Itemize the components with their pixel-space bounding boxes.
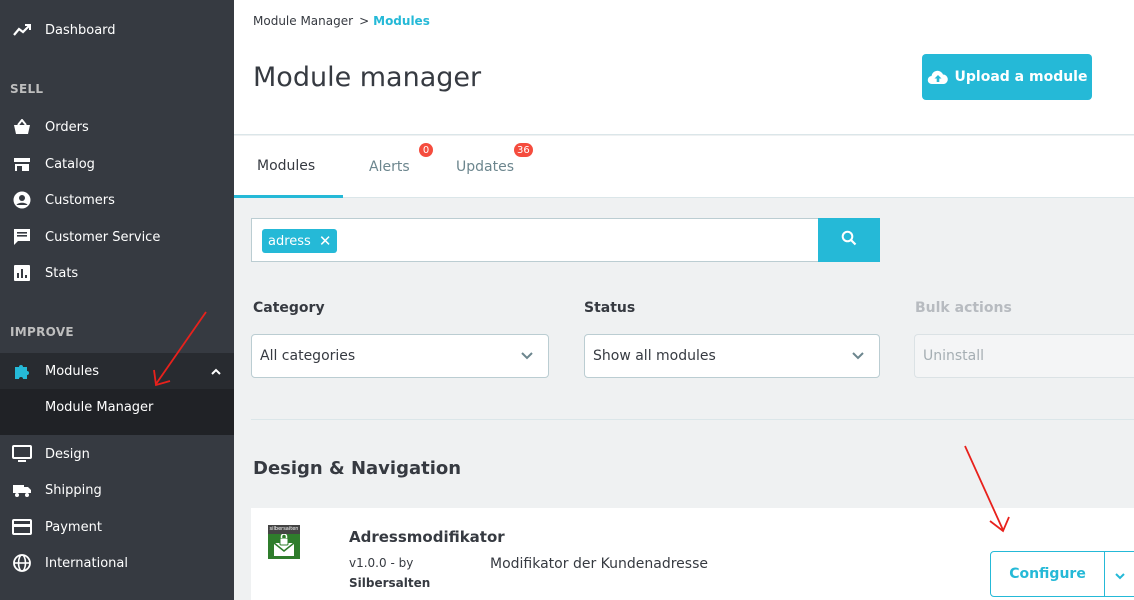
tab-label: Alerts (369, 159, 410, 175)
tabs-bar: Modules Alerts 0 Updates 36 (234, 136, 1134, 198)
sidebar-item-label: Dashboard (45, 22, 116, 38)
bar-chart-icon (12, 263, 32, 283)
bulk-actions-label: Bulk actions (915, 300, 1012, 316)
tab-label: Updates (456, 159, 514, 175)
status-filter-label: Status (584, 300, 636, 316)
sidebar-item-shipping[interactable]: Shipping (0, 472, 234, 508)
sidebar-item-label: International (45, 555, 128, 571)
category-filter-label: Category (253, 300, 325, 316)
trending-up-icon (12, 20, 32, 40)
sidebar-item-label: Design (45, 446, 90, 462)
breadcrumb-separator: > (359, 14, 370, 28)
search-tag: adress ✕ (262, 229, 338, 253)
sidebar-item-module-manager[interactable]: Module Manager (45, 400, 153, 415)
tab-label: Modules (257, 157, 316, 174)
category-select-value: All categories (260, 348, 356, 364)
chevron-down-icon (851, 349, 865, 365)
divider (251, 419, 1134, 420)
status-select-value: Show all modules (593, 348, 716, 364)
sidebar: Dashboard SELL Orders Catalog Customers … (0, 0, 234, 600)
module-search-input[interactable]: adress ✕ (251, 218, 818, 262)
sidebar-item-label: Payment (45, 519, 102, 535)
chevron-down-icon (520, 349, 534, 365)
module-logo: silbersaiten (268, 525, 300, 559)
page-title: Module manager (253, 62, 482, 93)
sidebar-item-customers[interactable]: Customers (0, 182, 234, 218)
search-icon (841, 230, 857, 250)
upload-module-button[interactable]: Upload a module (922, 54, 1092, 100)
sidebar-item-catalog[interactable]: Catalog (0, 146, 234, 182)
chat-icon (12, 227, 32, 247)
bulk-actions-select: Uninstall (914, 334, 1134, 378)
sidebar-section-sell: SELL (10, 82, 44, 96)
sidebar-item-label: Customer Service (45, 229, 161, 245)
shopping-basket-icon (12, 117, 32, 137)
globe-icon (12, 553, 32, 573)
sidebar-section-improve: IMPROVE (10, 325, 74, 339)
bulk-actions-value: Uninstall (923, 348, 985, 364)
sidebar-item-design[interactable]: Design (0, 436, 234, 472)
chevron-down-icon (1114, 565, 1126, 584)
search-button[interactable] (818, 218, 880, 262)
sidebar-item-label: Shipping (45, 482, 102, 498)
breadcrumb: Module Manager > Modules (253, 14, 430, 28)
sidebar-item-label: Orders (45, 119, 89, 135)
account-circle-icon (12, 190, 32, 210)
tab-updates[interactable]: Updates 36 (456, 136, 533, 198)
truck-icon (12, 480, 32, 500)
category-section-title: Design & Navigation (253, 458, 462, 479)
envelope-lock-icon (273, 534, 295, 556)
search-tag-label: adress (268, 233, 311, 249)
sidebar-item-label: Stats (45, 265, 79, 281)
cloud-upload-icon (927, 69, 949, 85)
sidebar-item-dashboard[interactable]: Dashboard (0, 12, 234, 48)
breadcrumb-parent[interactable]: Module Manager (253, 14, 353, 28)
module-author: Silbersalten (349, 576, 431, 590)
module-logo-wordmark: silbersaiten (268, 525, 300, 534)
updates-count-badge: 36 (514, 143, 533, 157)
chevron-up-icon (210, 364, 222, 379)
annotation-arrow-configure (964, 445, 1010, 533)
sidebar-submenu-modules: Module Manager (0, 389, 234, 435)
module-actions-dropdown[interactable] (1104, 551, 1134, 597)
sidebar-item-international[interactable]: International (0, 545, 234, 581)
tab-alerts[interactable]: Alerts 0 (369, 136, 433, 198)
page-header: Module Manager > Modules Module manager Up… (234, 0, 1134, 135)
close-icon[interactable]: ✕ (319, 232, 332, 250)
sidebar-item-label: Modules (45, 363, 100, 379)
monitor-icon (12, 444, 32, 464)
sidebar-item-label: Customers (45, 192, 115, 208)
module-name: Adressmodifikator (349, 528, 505, 546)
category-select[interactable]: All categories (251, 334, 549, 378)
module-version: v1.0.0 - by (349, 556, 414, 570)
module-description: Modifikator der Kundenadresse (490, 556, 708, 572)
sidebar-item-customer-service[interactable]: Customer Service (0, 219, 234, 255)
credit-card-icon (12, 517, 32, 537)
breadcrumb-current[interactable]: Modules (373, 14, 430, 28)
sidebar-item-orders[interactable]: Orders (0, 109, 234, 145)
sidebar-item-payment[interactable]: Payment (0, 509, 234, 545)
tab-modules[interactable]: Modules (234, 136, 343, 198)
store-icon (12, 154, 32, 174)
alerts-count-badge: 0 (419, 143, 433, 157)
status-select[interactable]: Show all modules (584, 334, 880, 378)
configure-button[interactable]: Configure (990, 551, 1105, 597)
upload-module-label: Upload a module (954, 69, 1088, 85)
sidebar-item-label: Catalog (45, 156, 95, 172)
annotation-arrow-modules (153, 311, 207, 387)
puzzle-icon (12, 361, 32, 381)
sidebar-item-stats[interactable]: Stats (0, 255, 234, 291)
